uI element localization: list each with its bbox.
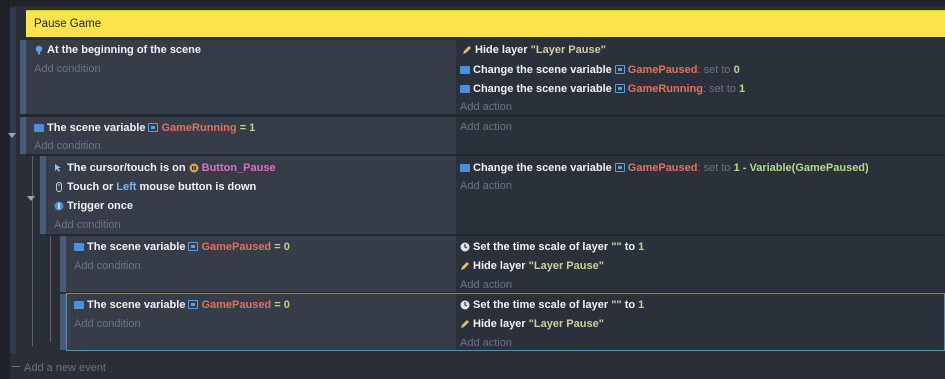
mouse-icon: [56, 182, 62, 192]
variable-icon: [74, 301, 84, 309]
pencil-icon: [463, 46, 471, 54]
event-1-action-3[interactable]: Change the scene variable GameRunning: se…: [460, 81, 745, 97]
variable-icon: [74, 243, 84, 251]
sprite-object-icon: [189, 163, 199, 173]
scene-variable-badge-icon: [614, 84, 625, 93]
add-action-link[interactable]: Add action: [460, 335, 512, 351]
cursor-icon: [55, 164, 61, 172]
clock-icon: [460, 242, 470, 252]
tree-guide-line: [50, 236, 51, 342]
event-4-action-1[interactable]: Set the time scale of layer "" to 1: [460, 239, 644, 255]
scene-variable-badge-icon: [148, 123, 159, 132]
event-1-condition-1[interactable]: At the beginning of the scene: [34, 42, 201, 58]
variable-icon: [460, 85, 470, 93]
variable-icon: [460, 66, 470, 74]
add-action-link[interactable]: Add action: [460, 99, 512, 115]
variable-icon: [460, 164, 470, 172]
bottom-bar: [10, 353, 945, 379]
event-3-condition-3[interactable]: Trigger once: [54, 198, 133, 214]
event-4-condition-1[interactable]: The scene variable GamePaused = 0: [74, 239, 290, 255]
add-action-link[interactable]: Add action: [460, 277, 512, 293]
event-4-action-2[interactable]: Hide layer "Layer Pause": [460, 258, 604, 274]
scene-variable-badge-icon: [188, 300, 199, 309]
add-action-link[interactable]: Add action: [460, 178, 512, 194]
tree-guide-line: [32, 156, 33, 346]
event-1-action-1[interactable]: Hide layer "Layer Pause": [462, 42, 606, 58]
add-condition-link[interactable]: Add condition: [54, 217, 121, 233]
collapse-arrow-icon[interactable]: [27, 196, 35, 201]
event-5-action-1[interactable]: Set the time scale of layer "" to 1: [460, 297, 644, 313]
add-action-link[interactable]: Add action: [460, 119, 512, 135]
add-condition-link[interactable]: Add condition: [74, 258, 141, 274]
trigger-icon: [54, 201, 64, 211]
pencil-icon: [461, 262, 469, 270]
event-1-action-2[interactable]: Change the scene variable GamePaused: set…: [460, 62, 740, 78]
top-strip: [0, 0, 945, 6]
add-condition-link[interactable]: Add condition: [34, 61, 101, 77]
scene-variable-badge-icon: [614, 163, 625, 172]
event-2-actions: [456, 117, 945, 154]
group-handle[interactable]: [10, 8, 16, 353]
add-condition-link[interactable]: Add condition: [74, 316, 141, 332]
left-gutter: [0, 6, 10, 379]
scene-variable-badge-icon: [614, 65, 625, 74]
event-3-condition-2[interactable]: Touch or Left mouse button is down: [54, 179, 256, 195]
event-5-condition-1[interactable]: The scene variable GamePaused = 0: [74, 297, 290, 313]
event-3-action-1[interactable]: Change the scene variable GamePaused: set…: [460, 160, 869, 176]
variable-icon: [34, 124, 44, 132]
pencil-icon: [461, 320, 469, 328]
scene-variable-badge-icon: [188, 242, 199, 251]
collapse-arrow-icon[interactable]: [8, 133, 16, 138]
group-title-bar[interactable]: Pause Game: [26, 10, 945, 37]
add-event-arrow-icon: [12, 366, 20, 367]
group-title: Pause Game: [34, 18, 102, 30]
clock-icon: [460, 300, 470, 310]
add-condition-link[interactable]: Add condition: [34, 138, 101, 154]
event-3-condition-1[interactable]: The cursor/touch is on Button_Pause: [54, 160, 276, 176]
info-icon: [35, 45, 43, 55]
event-5-action-2[interactable]: Hide layer "Layer Pause": [460, 316, 604, 332]
event-2-condition-1[interactable]: The scene variable GameRunning = 1: [34, 120, 255, 136]
add-new-event-link[interactable]: Add a new event: [24, 360, 106, 376]
